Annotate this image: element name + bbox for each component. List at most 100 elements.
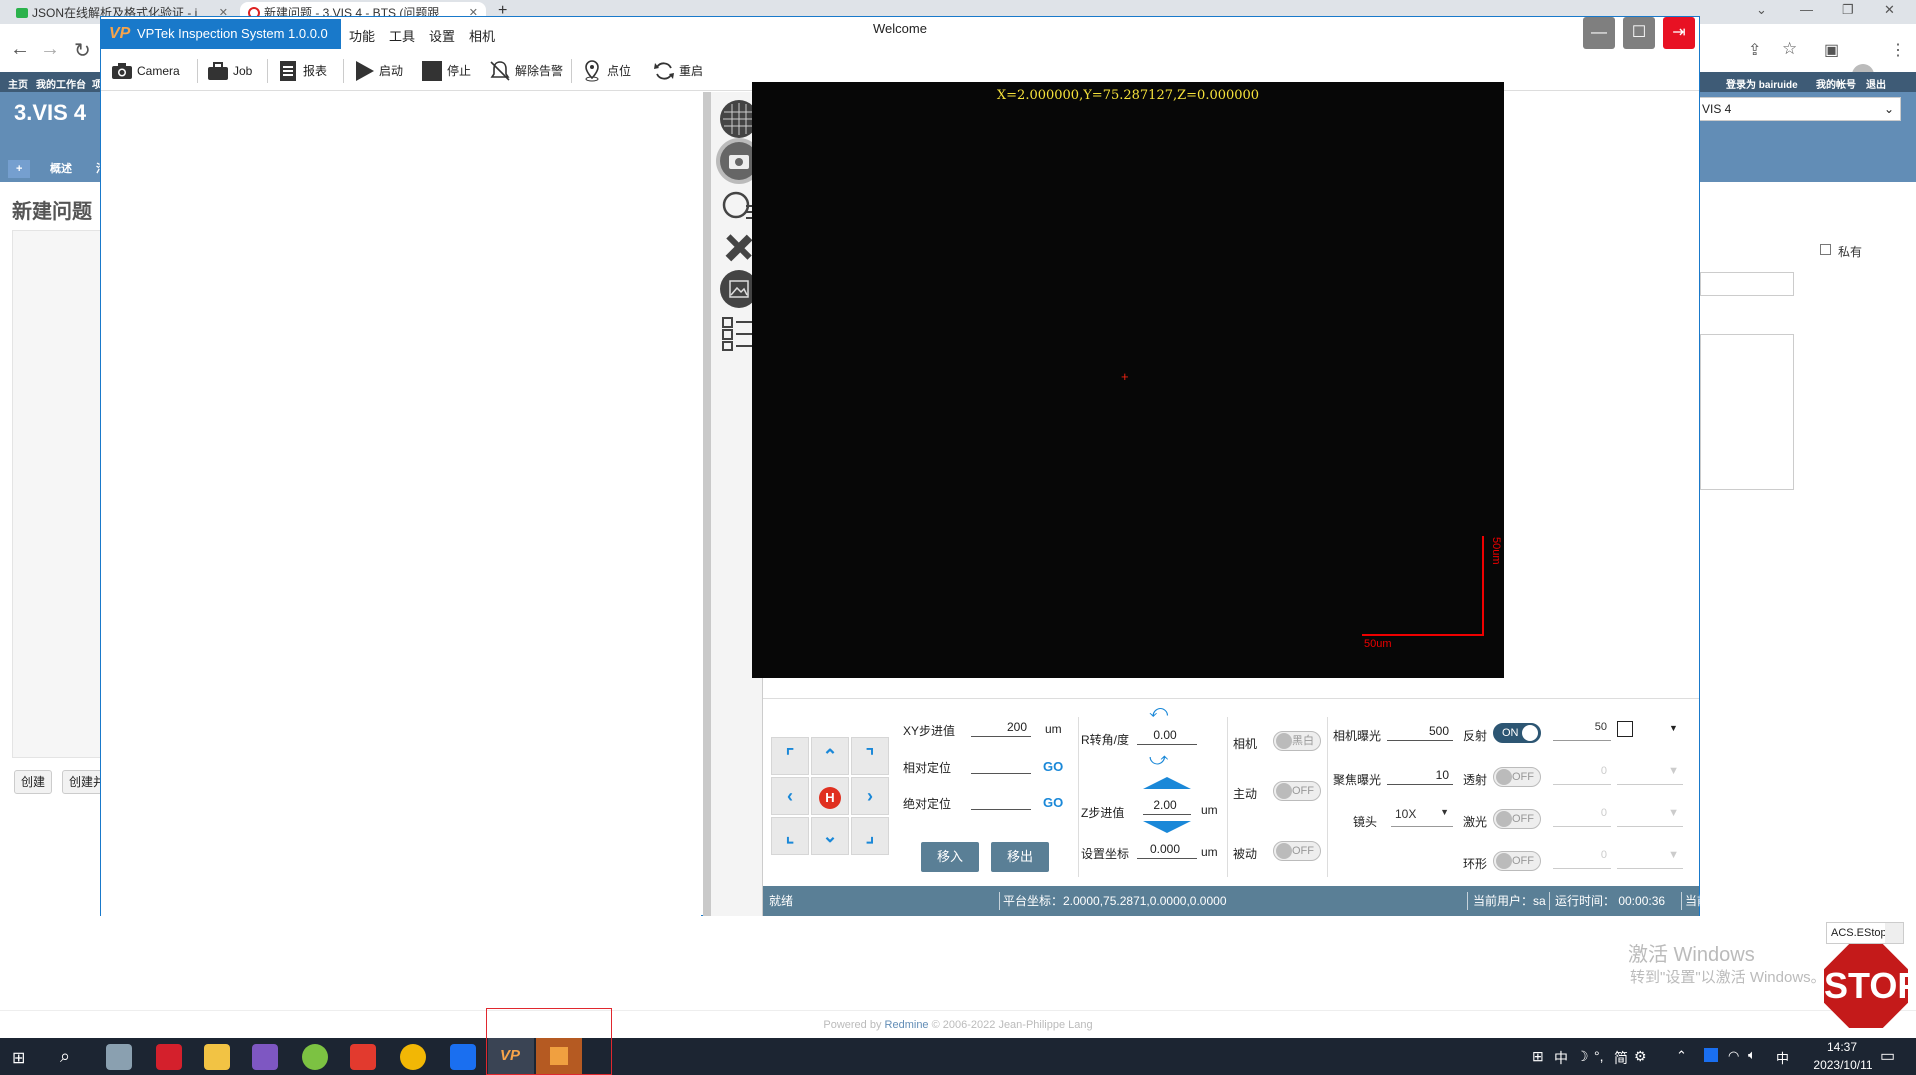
rm-tab-new[interactable]: + <box>8 160 31 178</box>
rotate-ccw-icon[interactable]: ⤺ <box>1149 701 1168 722</box>
toolbar-clear-alarm-button[interactable]: 解除告警 <box>489 59 563 83</box>
reload-icon[interactable]: ↻ <box>74 38 91 63</box>
absolute-position-input[interactable] <box>971 790 1031 810</box>
notification-icon[interactable]: ▭ <box>1880 1046 1895 1066</box>
toolbar-stop-button[interactable]: 停止 <box>421 59 471 83</box>
rm-tab-overview[interactable]: 概述 <box>42 160 80 178</box>
toolbar-point-button[interactable]: 点位 <box>581 59 631 83</box>
volume-icon[interactable]: 🔈︎ <box>1748 1047 1756 1063</box>
panel-splitter[interactable] <box>703 92 711 916</box>
passive-toggle[interactable]: OFF <box>1273 841 1321 861</box>
clock-time[interactable]: 14:37 <box>1812 1040 1872 1054</box>
toolbar-camera-button[interactable]: Camera <box>111 59 180 83</box>
app-exit-button[interactable]: ⇥ <box>1663 17 1695 49</box>
punctuation-icon[interactable]: °, <box>1594 1048 1604 1064</box>
tray-expand-icon[interactable]: ⌃ <box>1676 1048 1687 1064</box>
rm-description-textarea[interactable] <box>1700 334 1794 490</box>
ring-value-input[interactable]: 0 <box>1553 849 1611 869</box>
move-out-button[interactable]: 移出 <box>991 842 1049 872</box>
transmit-toggle[interactable]: OFF <box>1493 767 1541 787</box>
app-maximize-button[interactable]: ☐ <box>1623 17 1655 49</box>
absolute-go-button[interactable]: GO <box>1043 795 1069 810</box>
ring-select[interactable]: ▼ <box>1617 849 1683 869</box>
lens-select[interactable]: 10X ▼ <box>1391 807 1453 827</box>
share-icon[interactable]: ⇪ <box>1748 40 1761 60</box>
rm-logout-link[interactable]: 退出 <box>1866 76 1886 91</box>
jog-down-right-button[interactable]: ⌟ <box>851 817 889 855</box>
tray-app-icon[interactable] <box>1704 1048 1718 1062</box>
camera-mode-toggle[interactable]: 黑白 <box>1273 731 1321 751</box>
relative-go-button[interactable]: GO <box>1043 759 1069 774</box>
relative-position-input[interactable] <box>971 754 1031 774</box>
pdf-icon[interactable] <box>156 1044 182 1070</box>
rm-home-link[interactable]: 主页 <box>8 76 28 91</box>
focus-exposure-input[interactable]: 10 <box>1387 765 1453 785</box>
app-minimize-button[interactable]: — <box>1583 17 1615 49</box>
jog-up-button[interactable]: ⌃ <box>811 737 849 775</box>
z-down-button[interactable] <box>1143 821 1191 833</box>
rm-mypage-link[interactable]: 我的工作台 <box>36 76 86 91</box>
jog-left-button[interactable]: ‹ <box>771 777 809 815</box>
jog-down-button[interactable]: ⌄ <box>811 817 849 855</box>
wps-icon[interactable] <box>350 1044 376 1070</box>
camera-image[interactable]: X=2.000000,Y=75.287127,Z=0.000000 + 50um… <box>752 82 1504 678</box>
set-coord-input[interactable]: 0.000 <box>1137 839 1197 859</box>
app-icon-blue[interactable] <box>450 1044 476 1070</box>
redmine-link[interactable]: Redmine <box>885 1019 929 1031</box>
chevron-down-icon[interactable]: ⌄ <box>1756 2 1767 18</box>
rm-private-checkbox[interactable] <box>1820 244 1831 255</box>
rm-input-field[interactable] <box>1700 272 1794 296</box>
camera-exposure-input[interactable]: 500 <box>1387 721 1453 741</box>
z-step-input[interactable]: 2.00 <box>1143 795 1191 815</box>
tray-ime[interactable]: 中 <box>1776 1048 1789 1067</box>
app-icon-green[interactable] <box>302 1044 328 1070</box>
reflect-color-box[interactable] <box>1617 721 1633 737</box>
moon-icon[interactable]: ☽ <box>1576 1048 1589 1065</box>
rm-project-select[interactable]: VIS 4 ⌄ <box>1697 97 1901 121</box>
toolbar-restart-button[interactable]: 重启 <box>653 59 703 83</box>
ime-grid-icon[interactable]: ⊞ <box>1532 1048 1544 1065</box>
menu-icon[interactable]: ⋮ <box>1890 40 1906 60</box>
ime-language[interactable]: 中 <box>1554 1048 1568 1068</box>
laser-value-input[interactable]: 0 <box>1553 807 1611 827</box>
laser-toggle[interactable]: OFF <box>1493 809 1541 829</box>
estop-close[interactable] <box>1885 923 1903 943</box>
chevron-down-icon[interactable]: ▼ <box>1669 723 1678 733</box>
xy-step-input[interactable]: 200 <box>971 717 1031 737</box>
gear-icon[interactable]: ⚙ <box>1634 1048 1647 1065</box>
jog-up-right-button[interactable]: ⌝ <box>851 737 889 775</box>
move-in-button[interactable]: 移入 <box>921 842 979 872</box>
transmit-value-input[interactable]: 0 <box>1553 765 1611 785</box>
folder-icon[interactable] <box>204 1044 230 1070</box>
minimize-icon[interactable]: — <box>1800 2 1813 17</box>
windows-start-icon[interactable]: ⊞ <box>12 1048 25 1068</box>
ring-toggle[interactable]: OFF <box>1493 851 1541 871</box>
toolbar-report-button[interactable]: 报表 <box>277 59 327 83</box>
toolbar-job-button[interactable]: Job <box>207 59 252 83</box>
rm-create-button[interactable]: 创建 <box>14 770 53 794</box>
rm-account-link[interactable]: 我的帐号 <box>1816 76 1856 91</box>
ime-mode[interactable]: 简 <box>1614 1048 1628 1068</box>
reflect-toggle[interactable]: ON <box>1493 723 1541 743</box>
jog-down-left-button[interactable]: ⌞ <box>771 817 809 855</box>
star-icon[interactable]: ☆ <box>1782 39 1797 59</box>
chrome-icon[interactable] <box>400 1044 426 1070</box>
forward-icon[interactable]: → <box>40 38 60 61</box>
clock-date[interactable]: 2023/10/11 <box>1808 1058 1878 1072</box>
active-toggle[interactable]: OFF <box>1273 781 1321 801</box>
toolbar-start-button[interactable]: 启动 <box>353 59 403 83</box>
reflect-value-input[interactable]: 50 <box>1553 721 1611 741</box>
visual-studio-icon[interactable] <box>252 1044 278 1070</box>
app-icon-1[interactable] <box>106 1044 132 1070</box>
z-up-button[interactable] <box>1143 777 1191 789</box>
search-icon[interactable]: ⌕ <box>60 1046 70 1067</box>
laser-select[interactable]: ▼ <box>1617 807 1683 827</box>
transmit-select[interactable]: ▼ <box>1617 765 1683 785</box>
jog-up-left-button[interactable]: ⌜ <box>771 737 809 775</box>
sidepanel-icon[interactable]: ▣ <box>1824 40 1839 60</box>
back-icon[interactable]: ← <box>10 38 30 61</box>
restore-icon[interactable]: ❐ <box>1842 2 1854 18</box>
home-button[interactable]: H <box>811 777 849 815</box>
r-angle-input[interactable]: 0.00 <box>1137 725 1197 745</box>
jog-right-button[interactable]: › <box>851 777 889 815</box>
